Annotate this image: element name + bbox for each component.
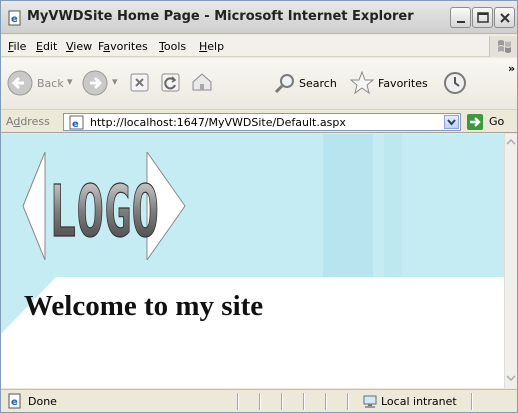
scroll-up-icon[interactable] (505, 136, 517, 148)
svg-text:e: e (11, 397, 18, 408)
page-done-icon: e (8, 393, 21, 409)
status-divider (281, 393, 282, 410)
menu-help[interactable]: Help (199, 40, 224, 53)
windows-flag-icon (489, 36, 517, 57)
address-dropdown-button[interactable] (444, 115, 459, 129)
browser-window: e MyVWDSite Home Page - Microsoft Intern… (0, 0, 518, 413)
menu-favorites[interactable]: Favorites (98, 40, 148, 53)
status-divider (471, 393, 472, 410)
status-divider (347, 393, 348, 410)
menu-file[interactable]: File (8, 40, 26, 53)
menu-tools[interactable]: Tools (159, 40, 186, 53)
status-divider (325, 393, 326, 410)
favorites-star-icon[interactable] (349, 70, 375, 96)
chevron-down-icon (447, 119, 456, 126)
history-icon[interactable] (442, 70, 468, 96)
minimize-button[interactable] (450, 7, 471, 28)
page-favicon-icon: e (69, 115, 84, 130)
menu-bar: File Edit View Favorites Tools Help (1, 35, 517, 57)
status-divider (237, 393, 238, 410)
search-button-label[interactable]: Search (299, 77, 337, 90)
favorites-button-label[interactable]: Favorites (378, 77, 428, 90)
address-label: Address (6, 115, 50, 128)
go-label[interactable]: Go (489, 115, 504, 128)
forward-arrow-icon[interactable] (81, 69, 109, 97)
forward-dropdown-icon[interactable]: ▾ (112, 75, 118, 88)
intranet-zone-icon (363, 395, 377, 408)
close-icon (500, 13, 510, 23)
maximize-button[interactable] (472, 7, 493, 28)
standard-toolbar: Back ▾ ▾ Search Favorites » (1, 58, 517, 110)
back-dropdown-icon[interactable]: ▾ (67, 75, 73, 88)
minimize-icon (457, 21, 465, 23)
menu-view[interactable]: View (66, 40, 92, 53)
close-button[interactable] (494, 7, 515, 28)
maximize-icon (477, 12, 489, 23)
back-arrow-icon[interactable] (6, 69, 34, 97)
svg-text:e: e (72, 119, 79, 130)
title-bar[interactable]: e MyVWDSite Home Page - Microsoft Intern… (1, 1, 517, 34)
status-divider (303, 393, 304, 410)
status-divider (259, 393, 260, 410)
welcome-heading: Welcome to my site (24, 290, 264, 322)
status-bar: e Done Local intranet (1, 389, 517, 412)
security-zone-label[interactable]: Local intranet (381, 395, 457, 408)
go-button[interactable] (467, 114, 483, 130)
ie-page-icon: e (8, 10, 21, 26)
site-logo: LOGO (22, 152, 186, 260)
window-title: MyVWDSite Home Page - Microsoft Internet… (27, 9, 414, 24)
search-icon[interactable] (273, 71, 297, 95)
status-text: Done (28, 395, 57, 408)
refresh-icon[interactable] (160, 72, 182, 94)
page-content: LOGO Welcome to my site (1, 134, 504, 388)
go-arrow-icon (470, 117, 481, 127)
address-bar: Address e http://localhost:1647/MyVWDSit… (1, 111, 517, 133)
toolbar-overflow-icon[interactable]: » (508, 62, 515, 75)
home-icon[interactable] (190, 70, 214, 94)
menu-edit[interactable]: Edit (36, 40, 57, 53)
back-button-label[interactable]: Back (37, 77, 64, 90)
scroll-down-icon[interactable] (505, 372, 517, 384)
svg-text:e: e (11, 14, 18, 25)
svg-text:LOGO: LOGO (49, 170, 159, 253)
address-url[interactable]: http://localhost:1647/MyVWDSite/Default.… (90, 116, 346, 129)
address-input[interactable]: e http://localhost:1647/MyVWDSite/Defaul… (63, 113, 461, 131)
stop-icon[interactable] (129, 72, 151, 94)
vertical-scrollbar[interactable] (504, 134, 517, 388)
